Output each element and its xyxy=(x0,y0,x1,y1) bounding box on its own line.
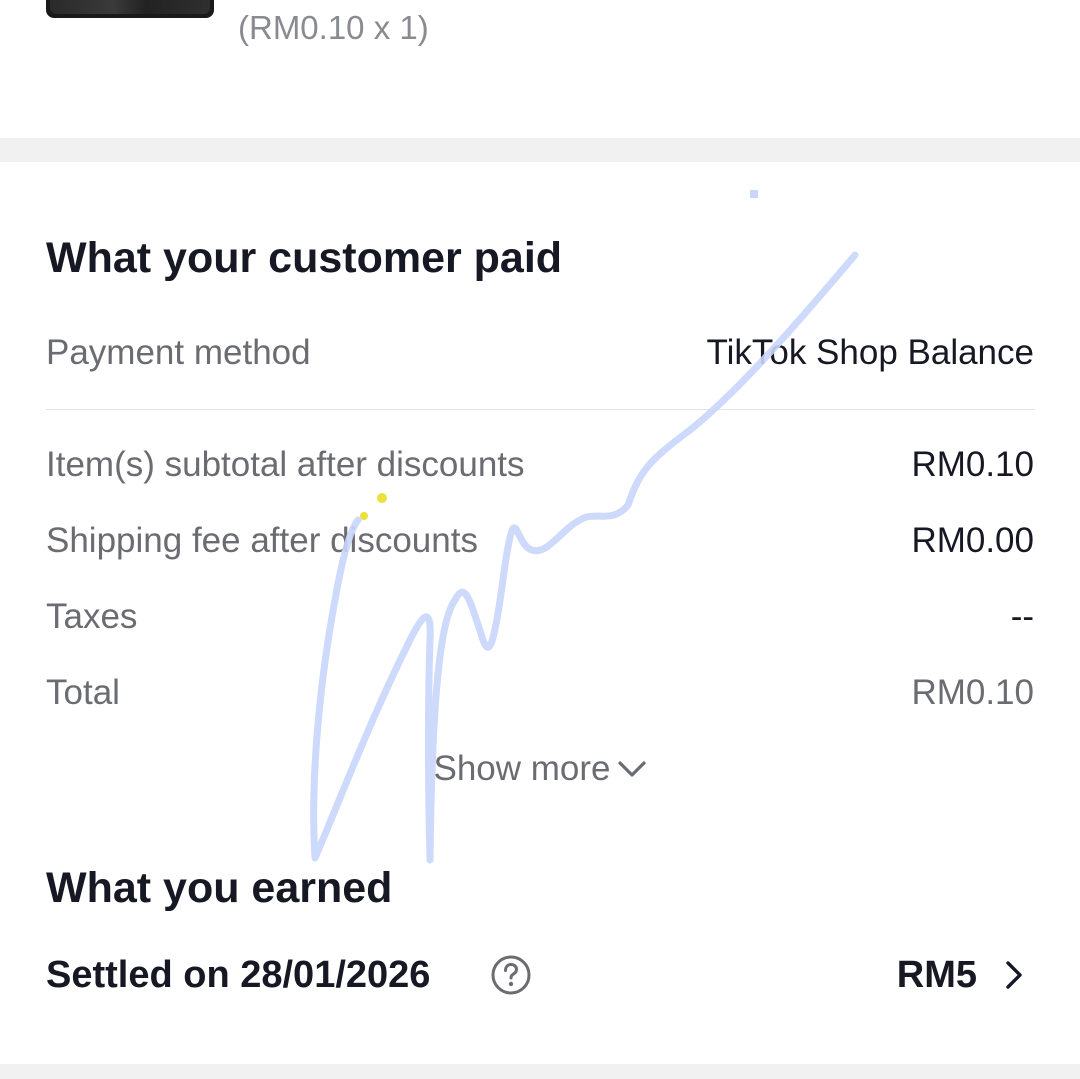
subtotal-value: RM0.10 xyxy=(911,445,1034,484)
payment-method-label: Payment method xyxy=(46,333,311,372)
show-more-label: Show more xyxy=(433,749,611,788)
settlement-row[interactable]: Settled on 28/01/2026 RM5 xyxy=(46,948,1035,1002)
show-more-button[interactable]: Show more xyxy=(0,748,1080,790)
chevron-right-icon xyxy=(1001,958,1027,992)
section-divider xyxy=(0,138,1080,162)
total-value: RM0.10 xyxy=(911,673,1034,712)
section-divider-bottom xyxy=(0,1064,1080,1079)
customer-paid-heading: What your customer paid xyxy=(46,234,563,282)
product-price-quantity: (RM0.10 x 1) xyxy=(238,9,429,46)
earned-amount: RM5 xyxy=(896,954,977,996)
taxes-value: -- xyxy=(1010,597,1034,636)
taxes-label: Taxes xyxy=(46,597,138,636)
chevron-down-icon xyxy=(617,747,647,789)
payment-method-value: TikTok Shop Balance xyxy=(706,333,1035,372)
subtotal-label: Item(s) subtotal after discounts xyxy=(46,445,525,484)
product-thumbnail xyxy=(46,0,214,18)
earned-heading: What you earned xyxy=(46,864,393,912)
shipping-fee-value: RM0.00 xyxy=(911,521,1034,560)
settled-date-label: Settled on 28/01/2026 xyxy=(46,954,431,996)
shipping-fee-label: Shipping fee after discounts xyxy=(46,521,478,560)
total-label: Total xyxy=(46,673,120,712)
product-card[interactable]: (RM0.10 x 1) xyxy=(0,0,1080,138)
order-details-page: (RM0.10 x 1) What your customer paid Pay… xyxy=(0,0,1080,1079)
divider xyxy=(46,409,1035,410)
question-circle-icon[interactable] xyxy=(490,954,532,996)
